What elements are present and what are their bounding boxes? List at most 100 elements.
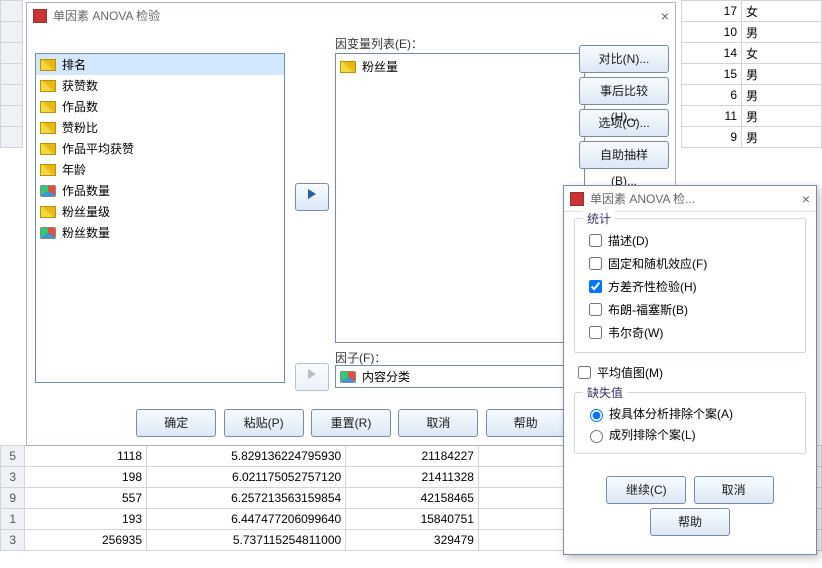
cell[interactable]: 男 [742, 64, 822, 85]
row-header[interactable]: 3 [1, 530, 25, 551]
source-item[interactable]: 作品数 [36, 96, 284, 117]
mean-plot-checkbox[interactable]: 平均值图(M) [574, 363, 806, 382]
cell[interactable]: 15 [682, 64, 742, 85]
cell[interactable]: 5.829136224795930 [147, 446, 346, 467]
cell[interactable]: 6.447477206099640 [147, 509, 346, 530]
exclude-listwise-radio[interactable]: 成列排除个案(L) [585, 426, 795, 443]
row-header[interactable] [1, 127, 23, 148]
brown-forsythe-checkbox[interactable]: 布朗-福塞斯(B) [585, 300, 795, 319]
posthoc-button[interactable]: 事后比较(H)... [579, 77, 669, 105]
source-item[interactable]: 粉丝数量 [36, 222, 284, 243]
statistics-group-label: 统计 [583, 210, 615, 227]
row-header[interactable] [1, 43, 23, 64]
scale-icon [40, 101, 56, 113]
welch-checkbox[interactable]: 韦尔奇(W) [585, 323, 795, 342]
cell[interactable]: 557 [25, 488, 147, 509]
source-item[interactable]: 赞粉比 [36, 117, 284, 138]
row-header[interactable] [1, 22, 23, 43]
right-button-column: 对比(N)... 事后比较(H)... 选项(O)... 自助抽样(B)... [577, 43, 667, 173]
cancel-button[interactable]: 取消 [398, 409, 478, 437]
cell[interactable]: 193 [25, 509, 147, 530]
source-variable-list[interactable]: 排名获赞数作品数赞粉比作品平均获赞年龄作品数量粉丝量级粉丝数量 [35, 53, 285, 383]
fixed-random-checkbox[interactable]: 固定和随机效应(F) [585, 254, 795, 273]
dialog-titlebar: 单因素 ANOVA 检验 × [27, 3, 675, 29]
help-button[interactable]: 帮助 [486, 409, 566, 437]
cell[interactable]: 男 [742, 106, 822, 127]
options-help-button[interactable]: 帮助 [650, 508, 730, 536]
move-to-dependent-button[interactable] [295, 183, 329, 211]
cell[interactable]: 6.257213563159854 [147, 488, 346, 509]
options-button[interactable]: 选项(O)... [579, 109, 669, 137]
row-header[interactable]: 9 [1, 488, 25, 509]
source-item[interactable]: 作品数量 [36, 180, 284, 201]
scale-icon [40, 206, 56, 218]
cell[interactable]: 15840751 [346, 509, 479, 530]
cell[interactable]: 14 [682, 43, 742, 64]
cell[interactable]: 1118 [25, 446, 147, 467]
cell[interactable]: 女 [742, 43, 822, 64]
cell[interactable]: 9 [682, 127, 742, 148]
cell[interactable]: 10 [682, 22, 742, 43]
variable-label: 作品平均获赞 [62, 140, 134, 157]
cell[interactable]: 女 [742, 1, 822, 22]
bootstrap-button[interactable]: 自助抽样(B)... [579, 141, 669, 169]
options-title-text: 单因素 ANOVA 检... [590, 186, 695, 212]
cell[interactable]: 21184227 [346, 446, 479, 467]
row-header[interactable] [1, 106, 23, 127]
cell[interactable]: 198 [25, 467, 147, 488]
contrast-button[interactable]: 对比(N)... [579, 45, 669, 73]
row-header[interactable] [1, 1, 23, 22]
variable-label: 粉丝数量 [62, 224, 110, 241]
dependent-variable-list[interactable]: 粉丝量 [335, 53, 585, 343]
source-item[interactable]: 年龄 [36, 159, 284, 180]
continue-button[interactable]: 继续(C) [606, 476, 686, 504]
scale-icon [40, 122, 56, 134]
ok-button[interactable]: 确定 [136, 409, 216, 437]
scale-icon [40, 164, 56, 176]
options-cancel-button[interactable]: 取消 [694, 476, 774, 504]
close-icon[interactable]: × [802, 186, 810, 212]
options-footer: 继续(C) 取消 帮助 [564, 470, 816, 546]
cell[interactable]: 329479 [346, 530, 479, 551]
cell[interactable]: 17 [682, 1, 742, 22]
variable-label: 粉丝量级 [62, 203, 110, 220]
missing-values-group: 缺失值 按具体分析排除个案(A) 成列排除个案(L) [574, 392, 806, 454]
cell[interactable]: 男 [742, 85, 822, 106]
source-item[interactable]: 获赞数 [36, 75, 284, 96]
row-header[interactable] [1, 64, 23, 85]
cell[interactable]: 42158465 [346, 488, 479, 509]
reset-button[interactable]: 重置(R) [311, 409, 391, 437]
describe-checkbox[interactable]: 描述(D) [585, 231, 795, 250]
row-header[interactable] [1, 85, 23, 106]
row-header[interactable]: 1 [1, 509, 25, 530]
close-icon[interactable]: × [661, 3, 669, 29]
dependent-item[interactable]: 粉丝量 [340, 56, 580, 77]
source-item[interactable]: 作品平均获赞 [36, 138, 284, 159]
row-header[interactable]: 3 [1, 467, 25, 488]
source-item[interactable]: 粉丝量级 [36, 201, 284, 222]
nominal-icon [40, 185, 56, 197]
row-header[interactable]: 5 [1, 446, 25, 467]
move-to-factor-button[interactable] [295, 363, 329, 391]
cell[interactable]: 11 [682, 106, 742, 127]
cell[interactable]: 256935 [25, 530, 147, 551]
factor-field[interactable]: 内容分类 [335, 365, 585, 388]
cell[interactable]: 6 [682, 85, 742, 106]
missing-values-group-label: 缺失值 [583, 384, 627, 401]
homogeneity-checkbox[interactable]: 方差齐性检验(H) [585, 277, 795, 296]
scale-icon [40, 143, 56, 155]
variable-label: 粉丝量 [362, 58, 398, 75]
source-item[interactable]: 排名 [36, 54, 284, 75]
cell[interactable]: 5.737115254811000 [147, 530, 346, 551]
paste-button[interactable]: 粘贴(P) [224, 409, 304, 437]
scale-icon [340, 61, 356, 73]
variable-label: 作品数 [62, 98, 98, 115]
cell[interactable]: 21411328 [346, 467, 479, 488]
cell[interactable]: 男 [742, 127, 822, 148]
exclude-analysis-radio[interactable]: 按具体分析排除个案(A) [585, 405, 795, 422]
anova-options-dialog: 单因素 ANOVA 检... × 统计 描述(D) 固定和随机效应(F) 方差齐… [563, 185, 817, 555]
app-icon [33, 9, 47, 23]
cell[interactable]: 男 [742, 22, 822, 43]
scale-icon [40, 80, 56, 92]
cell[interactable]: 6.021175052757120 [147, 467, 346, 488]
